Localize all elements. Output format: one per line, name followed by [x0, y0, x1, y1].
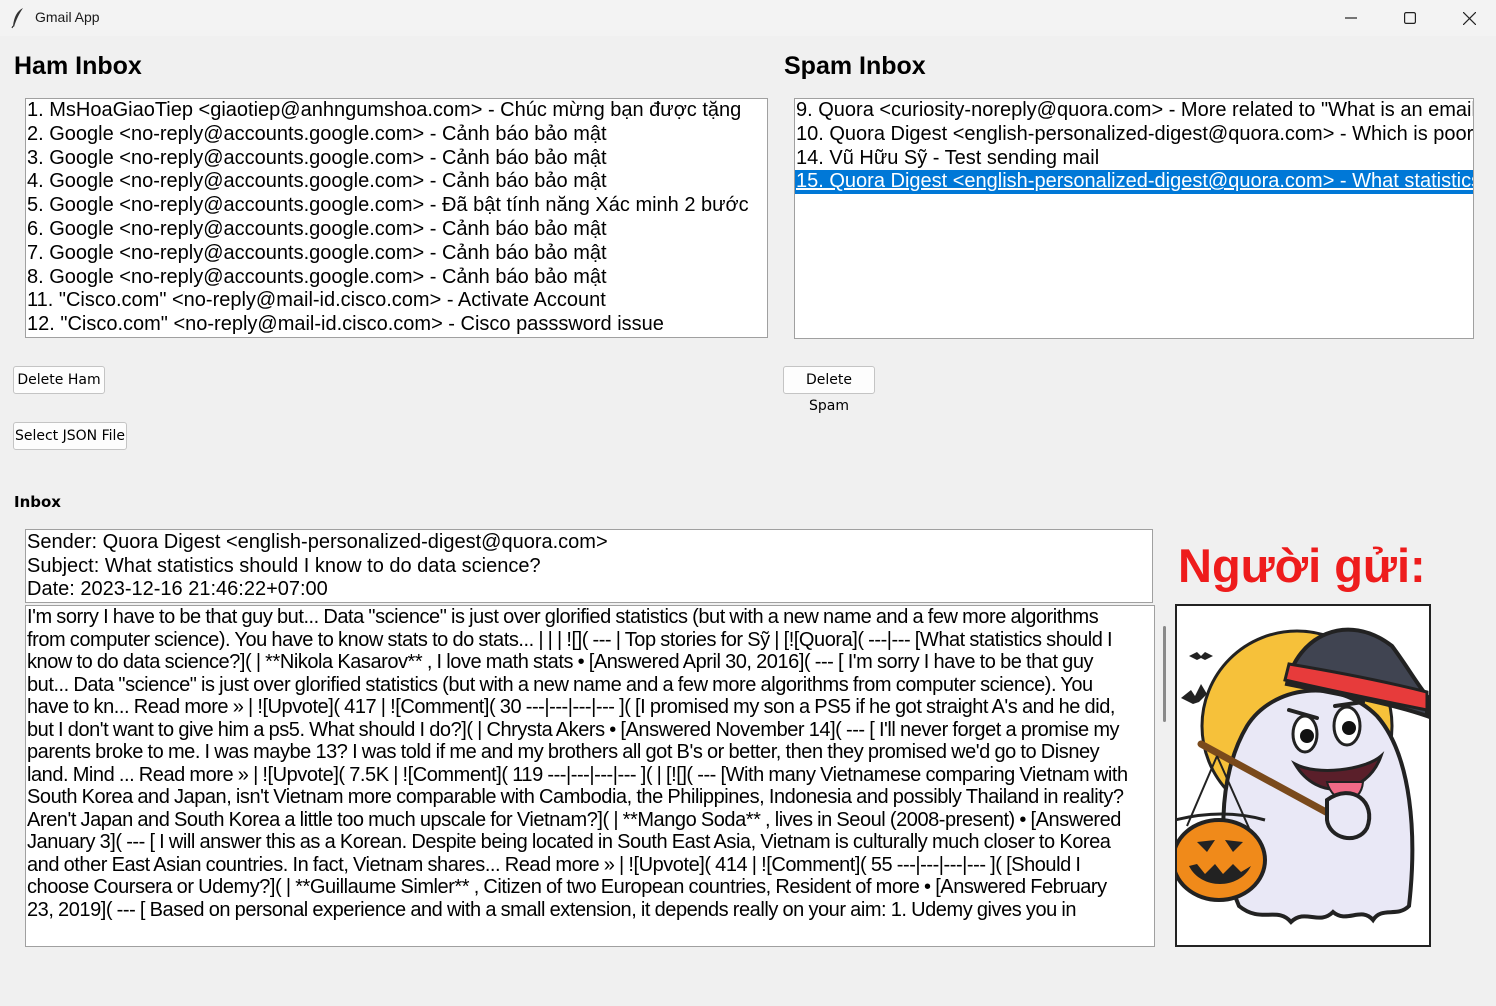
maximize-button[interactable]	[1381, 0, 1439, 36]
email-header-box[interactable]: Sender: Quora Digest <english-personaliz…	[25, 529, 1153, 603]
close-button[interactable]	[1440, 0, 1496, 36]
ham-list-item[interactable]: 11. "Cisco.com" <no-reply@mail-id.cisco.…	[26, 289, 767, 313]
ham-inbox-heading: Ham Inbox	[14, 52, 142, 80]
window-title: Gmail App	[35, 9, 100, 25]
select-json-file-button[interactable]: Select JSON File	[13, 422, 127, 450]
title-bar: Gmail App	[0, 0, 1496, 36]
email-subject: Subject: What statistics should I know t…	[27, 554, 541, 577]
spam-list-item[interactable]: 14. Vũ Hữu Sỹ - Test sending mail	[795, 147, 1473, 171]
feather-icon	[11, 8, 23, 29]
spam-listbox[interactable]: 9. Quora <curiosity-noreply@quora.com> -…	[794, 98, 1474, 339]
sender-avatar	[1175, 604, 1431, 947]
sender-title: Người gửi:	[1178, 539, 1426, 592]
ham-list-item[interactable]: 12. "Cisco.com" <no-reply@mail-id.cisco.…	[26, 313, 767, 337]
ghost-halloween-image	[1177, 606, 1429, 945]
ham-list-item[interactable]: 3. Google <no-reply@accounts.google.com>…	[26, 147, 767, 171]
spam-list-item[interactable]: 10. Quora Digest <english-personalized-d…	[795, 123, 1473, 147]
inbox-label: Inbox	[14, 493, 61, 511]
minimize-icon	[1345, 17, 1357, 19]
email-date: Date: 2023-12-16 21:46:22+07:00	[27, 578, 328, 600]
ham-list-item[interactable]: 5. Google <no-reply@accounts.google.com>…	[26, 194, 767, 218]
minimize-button[interactable]	[1322, 0, 1380, 36]
ham-list-item[interactable]: 8. Google <no-reply@accounts.google.com>…	[26, 266, 767, 290]
maximize-icon	[1404, 12, 1416, 24]
ham-list-item[interactable]: 4. Google <no-reply@accounts.google.com>…	[26, 170, 767, 194]
spam-inbox-heading: Spam Inbox	[784, 52, 926, 80]
ham-list-item[interactable]: 6. Google <no-reply@accounts.google.com>…	[26, 218, 767, 242]
delete-spam-button[interactable]: Delete Spam	[783, 366, 875, 414]
ham-listbox[interactable]: 1. MsHoaGiaoTiep <giaotiep@anhngumshoa.c…	[25, 98, 768, 338]
email-body-box[interactable]: I'm sorry I have to be that guy but... D…	[25, 605, 1155, 947]
email-sender: Sender: Quora Digest <english-personaliz…	[27, 531, 608, 553]
ham-list-item[interactable]: 1. MsHoaGiaoTiep <giaotiep@anhngumshoa.c…	[26, 99, 767, 123]
close-icon	[1462, 11, 1476, 25]
delete-ham-button[interactable]: Delete Ham	[13, 366, 105, 394]
email-body-scrollbar[interactable]	[1163, 626, 1166, 722]
spam-list-item[interactable]: 15. Quora Digest <english-personalized-d…	[795, 170, 1473, 195]
ham-list-item[interactable]: 2. Google <no-reply@accounts.google.com>…	[26, 123, 767, 147]
spam-list-item[interactable]: 9. Quora <curiosity-noreply@quora.com> -…	[795, 99, 1473, 123]
email-body-text: I'm sorry I have to be that guy but... D…	[27, 606, 1128, 921]
ham-list-item[interactable]: 7. Google <no-reply@accounts.google.com>…	[26, 242, 767, 266]
